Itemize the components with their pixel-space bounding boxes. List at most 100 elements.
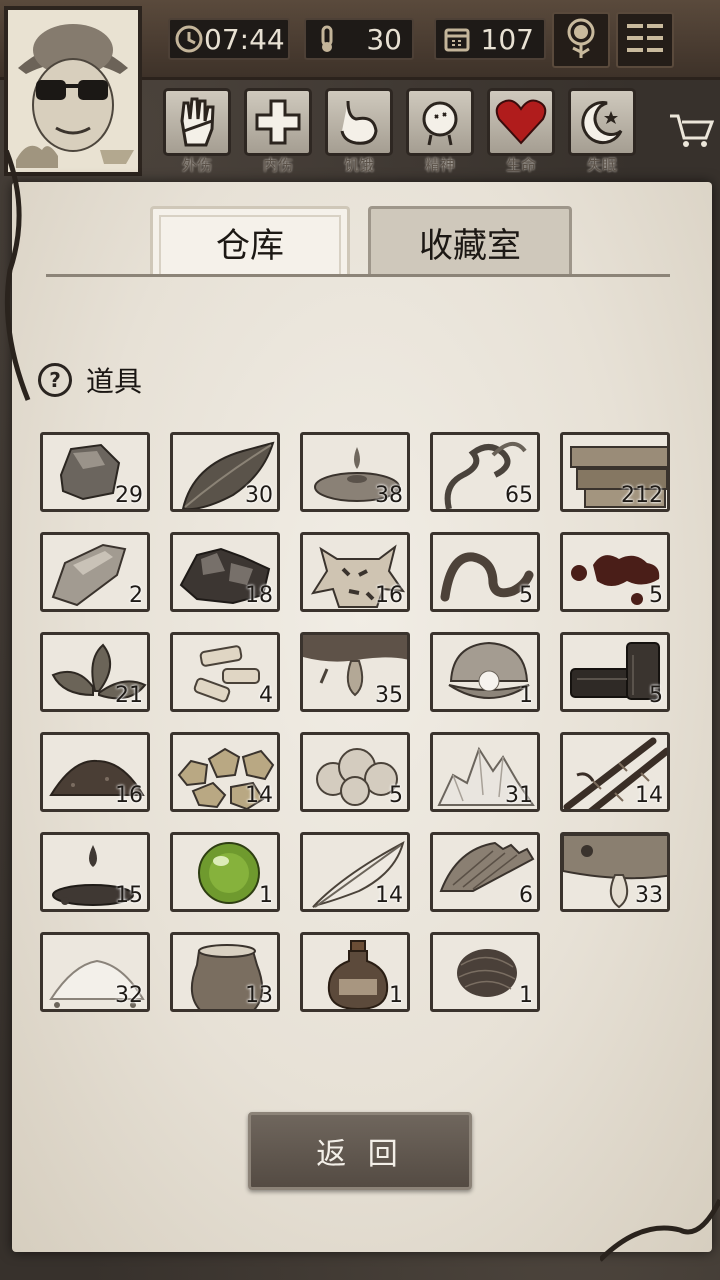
item-count: 15: [115, 883, 143, 908]
inventory-panel: [12, 182, 712, 1252]
item-herb[interactable]: 21: [40, 632, 150, 712]
item-count: 4: [259, 683, 273, 708]
item-count: 14: [635, 783, 663, 808]
item-count: 30: [245, 483, 273, 508]
shop-button[interactable]: [668, 110, 715, 154]
item-worm[interactable]: 5: [430, 532, 540, 612]
day-display: 107: [434, 18, 546, 60]
item-count: 5: [649, 683, 663, 708]
section-header: ? 道具: [38, 362, 142, 398]
status-health[interactable]: 生命: [486, 88, 556, 178]
item-oil-drop[interactable]: 15: [40, 832, 150, 912]
item-count: 65: [505, 483, 533, 508]
item-count: 5: [649, 583, 663, 608]
tab-divider: [46, 274, 670, 277]
item-fin[interactable]: 6: [430, 832, 540, 912]
item-flour[interactable]: 32: [40, 932, 150, 1012]
back-button[interactable]: 返 回: [248, 1112, 472, 1190]
item-stone[interactable]: 29: [40, 432, 150, 512]
stomach-icon: [325, 88, 393, 156]
cross-icon: [244, 88, 312, 156]
item-count: 14: [245, 783, 273, 808]
item-count: 21: [115, 683, 143, 708]
item-count: 14: [375, 883, 403, 908]
item-soil[interactable]: 16: [40, 732, 150, 812]
status-internal-injury[interactable]: 内伤: [243, 88, 313, 178]
tab-collection[interactable]: 收藏室: [368, 206, 572, 276]
item-salt-crystal[interactable]: 31: [430, 732, 540, 812]
section-title: 道具: [86, 365, 143, 398]
item-blood[interactable]: 5: [560, 532, 670, 612]
clock-icon: [174, 22, 204, 56]
item-count: 16: [115, 783, 143, 808]
heart-icon: [487, 88, 555, 156]
item-count: 6: [519, 883, 533, 908]
item-count: 38: [375, 483, 403, 508]
status-label: 外伤: [181, 156, 212, 174]
item-bamboo[interactable]: 14: [560, 732, 670, 812]
item-feather[interactable]: 14: [300, 832, 410, 912]
item-charcoal[interactable]: 5: [560, 632, 670, 712]
day-value: 107: [480, 22, 534, 56]
status-label: 饥饿: [343, 156, 374, 174]
item-wood-planks[interactable]: 212: [560, 432, 670, 512]
item-gold-nuggets[interactable]: 14: [170, 732, 280, 812]
tab-storage[interactable]: 仓库: [150, 206, 350, 276]
item-count: 32: [115, 983, 143, 1008]
tab-storage-label: 仓库: [216, 226, 284, 266]
item-count: 1: [519, 683, 533, 708]
settings-button[interactable]: [552, 12, 610, 68]
item-animal-hide[interactable]: 16: [300, 532, 410, 612]
item-count: 212: [621, 483, 663, 508]
status-hunger[interactable]: 饥饿: [324, 88, 394, 178]
status-insomnia[interactable]: 失眠: [567, 88, 637, 178]
cart-icon: [668, 114, 715, 154]
item-leaf[interactable]: 30: [170, 432, 280, 512]
item-count: 29: [115, 483, 143, 508]
item-bone-pieces[interactable]: 4: [170, 632, 280, 712]
item-count: 5: [519, 583, 533, 608]
moon-icon: [568, 88, 636, 156]
status-external-injury[interactable]: 外伤: [162, 88, 232, 178]
item-count: 5: [389, 783, 403, 808]
head-icon: [406, 88, 474, 156]
time-value: 07:44: [204, 22, 285, 56]
item-water[interactable]: 38: [300, 432, 410, 512]
status-mental[interactable]: 精神: [405, 88, 475, 178]
item-count: 1: [389, 983, 403, 1008]
thermometer-icon: [310, 22, 344, 56]
avatar[interactable]: [4, 6, 142, 176]
menu-button[interactable]: [616, 12, 674, 68]
item-potion-bottle[interactable]: 1: [300, 932, 410, 1012]
item-grain-sack[interactable]: 13: [170, 932, 280, 1012]
item-flint[interactable]: 2: [40, 532, 150, 612]
status-label: 内伤: [262, 156, 293, 174]
item-vine[interactable]: 65: [430, 432, 540, 512]
tab-collection-label: 收藏室: [419, 226, 521, 266]
item-resin[interactable]: 35: [300, 632, 410, 712]
status-label: 生命: [505, 156, 536, 174]
status-label: 失眠: [586, 156, 617, 174]
hand-icon: [163, 88, 231, 156]
item-count: 2: [129, 583, 143, 608]
item-count: 1: [259, 883, 273, 908]
status-label: 精神: [424, 156, 455, 174]
calendar-icon: [440, 22, 474, 56]
item-pearl-shell[interactable]: 1: [430, 632, 540, 712]
item-count: 13: [245, 983, 273, 1008]
item-fish-oil[interactable]: 33: [560, 832, 670, 912]
time-display: 07:44: [168, 18, 290, 60]
item-count: 35: [375, 683, 403, 708]
item-ore[interactable]: 18: [170, 532, 280, 612]
item-count: 18: [245, 583, 273, 608]
item-green-orb[interactable]: 1: [170, 832, 280, 912]
menu-icon: [625, 20, 665, 60]
item-count: 31: [505, 783, 533, 808]
temperature-display: 30: [304, 18, 414, 60]
help-icon[interactable]: ?: [38, 363, 72, 397]
item-count: 16: [375, 583, 403, 608]
item-cotton[interactable]: 5: [300, 732, 410, 812]
item-count: 1: [519, 983, 533, 1008]
temperature-value: 30: [366, 22, 402, 56]
item-fiber-ball[interactable]: 1: [430, 932, 540, 1012]
